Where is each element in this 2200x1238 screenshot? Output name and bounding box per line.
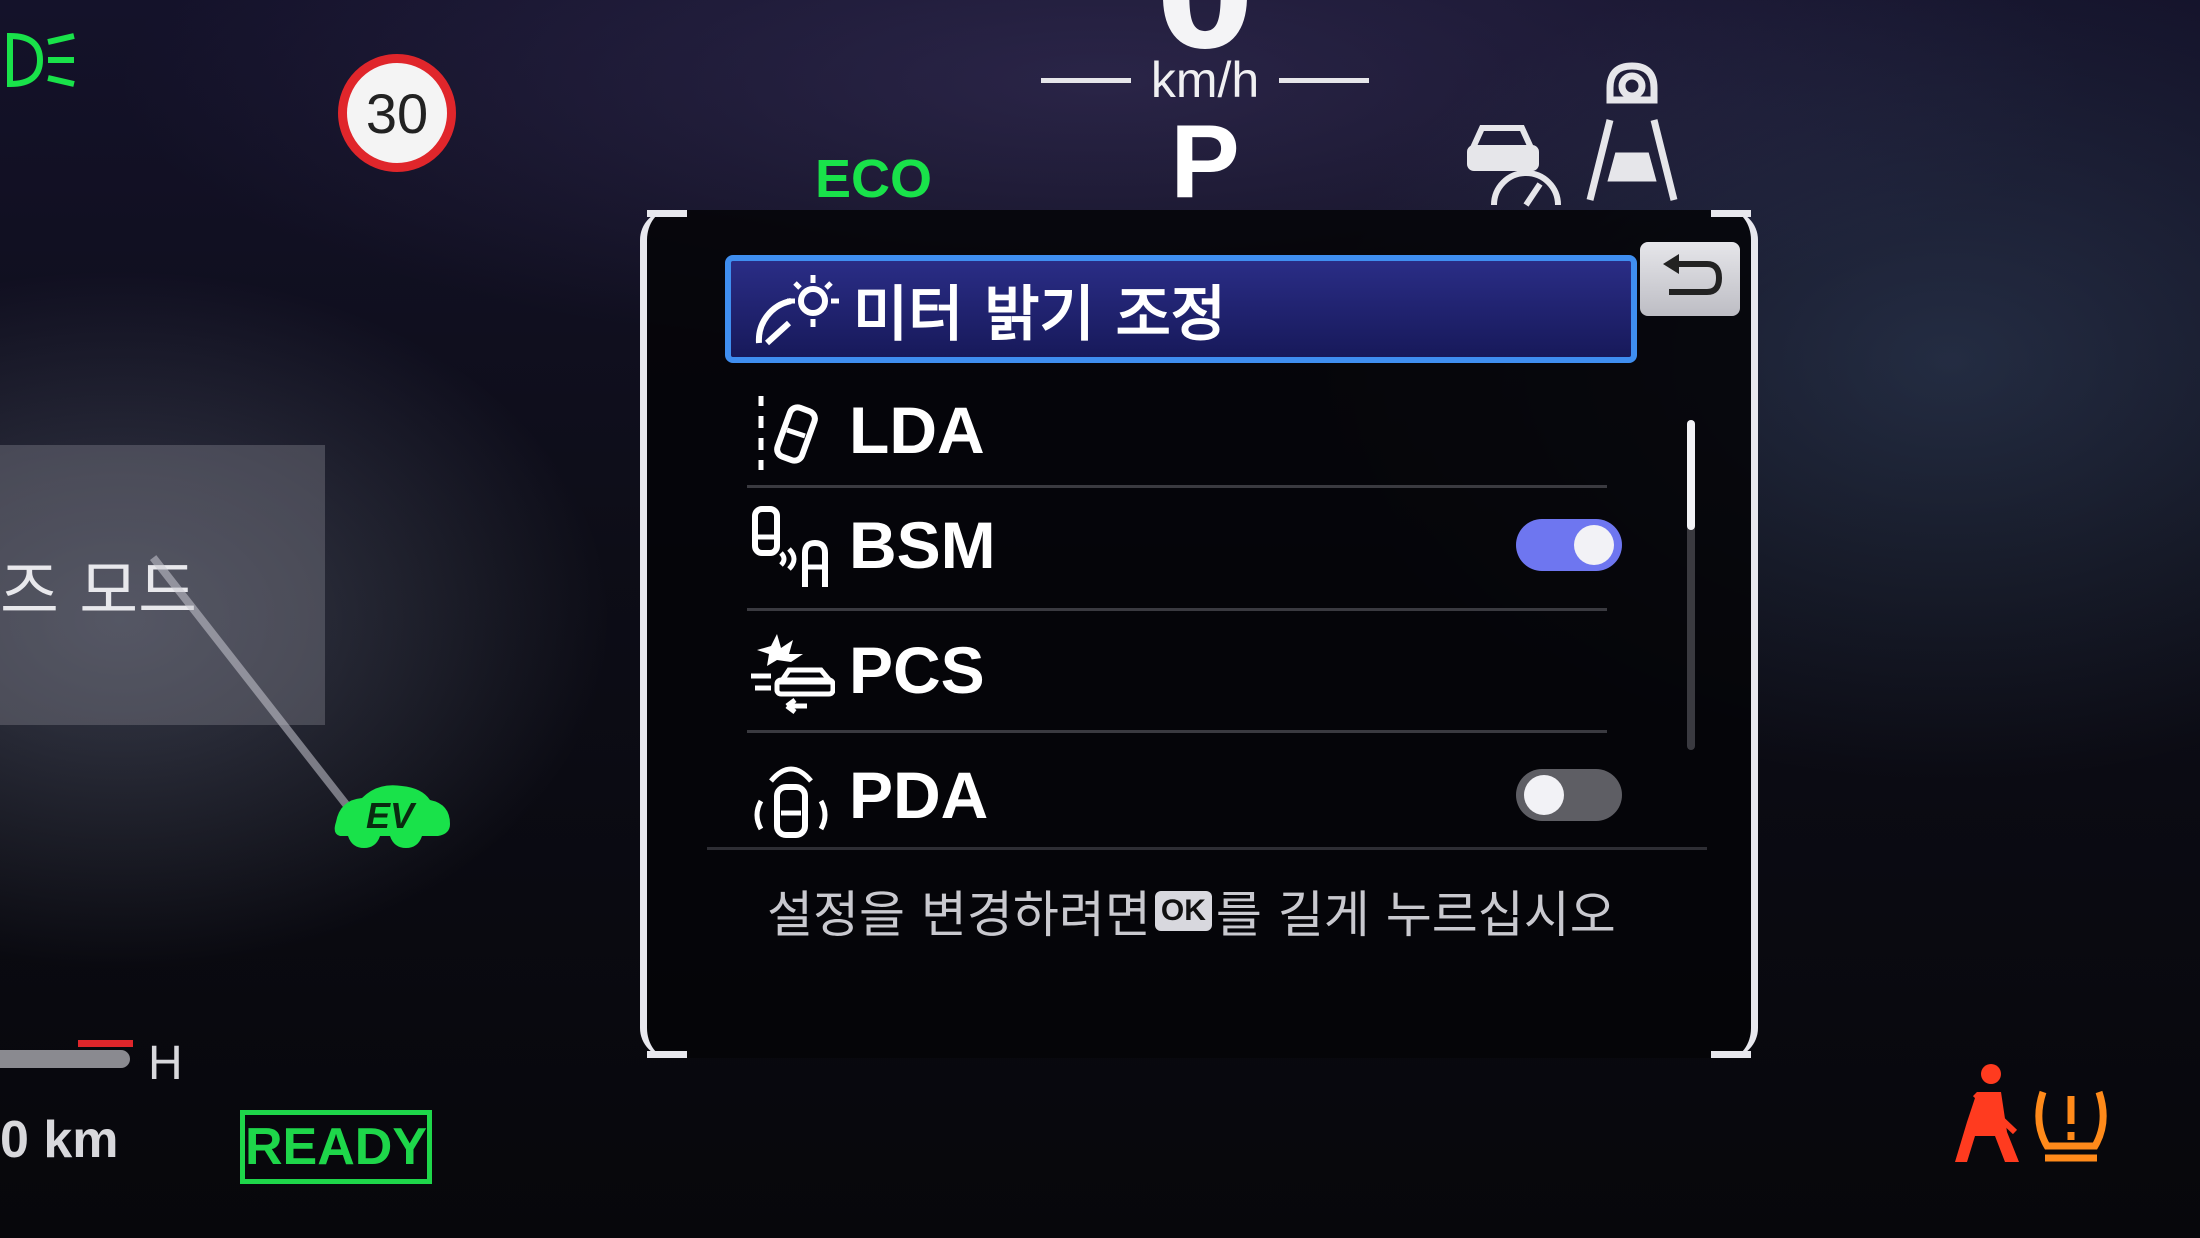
menu-item-label: PCS: [849, 633, 985, 707]
frame-corner: [1711, 210, 1751, 217]
instrument-cluster: 30 0 km/h P ECO 즈 모드 EV H 0 km READY: [0, 0, 2200, 1238]
headlight-indicator-icon: [7, 32, 75, 88]
settings-menu: 미터 밝기 조정 LDA BSM PCS PDA 설정을 변경하려면 OK 를 …: [640, 210, 1758, 1058]
radar-cruise-icon: [1467, 125, 1561, 207]
lane-departure-icon: [758, 396, 818, 470]
menu-item-label: BSM: [849, 508, 996, 582]
pre-collision-icon: [751, 634, 835, 714]
menu-item-bsm[interactable]: BSM: [727, 490, 1632, 600]
menu-item-label: LDA: [849, 393, 985, 467]
back-button[interactable]: [1640, 242, 1740, 316]
bsm-toggle[interactable]: [1516, 519, 1622, 571]
temp-gauge-red-zone: [78, 1040, 133, 1047]
toggle-knob: [1524, 775, 1564, 815]
divider: [707, 847, 1707, 850]
menu-item-pcs[interactable]: PCS: [727, 615, 1632, 725]
pda-toggle[interactable]: [1516, 769, 1622, 821]
divider: [747, 608, 1607, 611]
gear-indicator: P: [1170, 104, 1240, 220]
menu-item-pda[interactable]: PDA: [727, 740, 1632, 850]
temp-gauge-hot-label: H: [148, 1037, 183, 1090]
ok-key-glyph: OK: [1154, 891, 1212, 931]
toggle-knob: [1574, 525, 1614, 565]
blind-spot-icon: [752, 506, 828, 587]
menu-item-label: 미터 밝기 조정: [853, 279, 1226, 350]
speed-unit-row: km/h: [1030, 50, 1380, 110]
frame-corner: [647, 1051, 687, 1058]
menu-item-lda[interactable]: LDA: [727, 375, 1632, 485]
ev-label: EV: [366, 795, 417, 836]
divider: [1040, 77, 1131, 83]
tire-pressure-warning-icon: [2035, 1090, 2107, 1162]
ready-indicator: READY: [240, 1110, 432, 1184]
lane-tracing-icon: [1586, 62, 1678, 201]
menu-item-meter-brightness[interactable]: 미터 밝기 조정: [725, 255, 1637, 363]
temp-gauge-bar: [0, 1050, 130, 1068]
divider: [747, 730, 1607, 733]
drive-mode-label: 즈 모드: [0, 555, 197, 629]
back-arrow-icon: [1663, 254, 1723, 295]
divider: [1279, 77, 1370, 83]
warning-lights: [1955, 1064, 2107, 1162]
frame-corner: [1711, 1051, 1751, 1058]
menu-scrollbar[interactable]: [1687, 420, 1695, 750]
ev-mode-icon: EV: [334, 785, 450, 848]
hint-text-after: 를 길게 누르십시오: [1215, 886, 1616, 944]
meter-brightness-icon: [755, 275, 839, 346]
eco-mode-indicator: ECO: [815, 149, 933, 209]
speed-unit: km/h: [1150, 52, 1260, 108]
speed-limit-sign: 30: [338, 54, 456, 172]
frame-corner: [647, 210, 687, 217]
divider: [747, 485, 1607, 488]
settings-hint: 설정을 변경하려면 OK 를 길게 누르십시오: [767, 875, 1616, 947]
range-readout: 0 km: [0, 1111, 119, 1169]
menu-item-label: PDA: [849, 758, 989, 832]
adas-status-icons: [1467, 62, 1678, 207]
scroll-thumb[interactable]: [1687, 420, 1695, 530]
seatbelt-warning-icon: [1955, 1064, 2019, 1162]
proactive-driving-icon: [754, 766, 828, 838]
hint-text-before: 설정을 변경하려면: [767, 886, 1151, 944]
